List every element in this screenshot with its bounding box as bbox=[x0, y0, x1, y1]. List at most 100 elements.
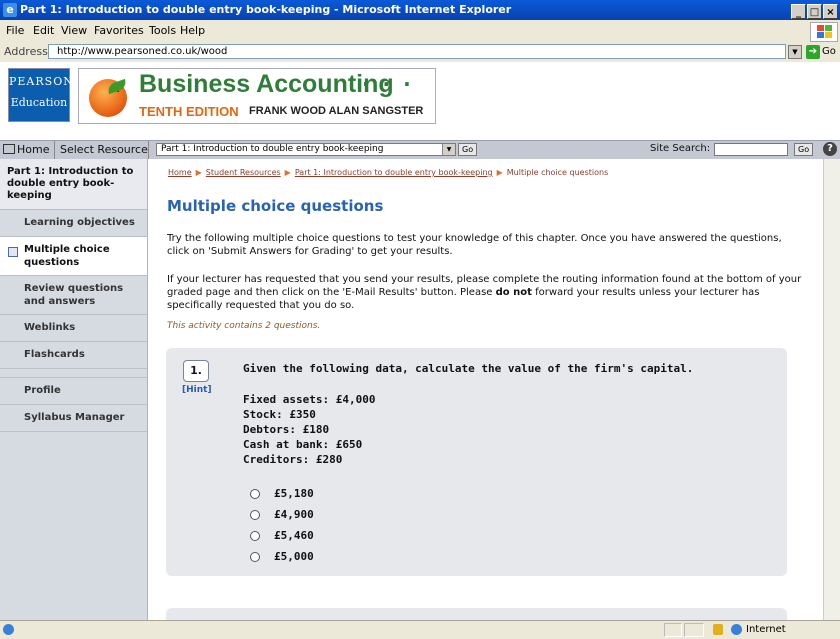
main-content: Home ▶ Student Resources ▶ Part 1: Introduct… bbox=[148, 159, 840, 620]
menu-bar: File Edit View Favorites Tools Help bbox=[0, 20, 840, 43]
address-bar: Address http://www.pearsoned.co.uk/wood … bbox=[0, 42, 840, 63]
globe-icon bbox=[731, 624, 742, 635]
intro-text: Try the following multiple choice questi… bbox=[167, 233, 782, 257]
home-label: Home bbox=[17, 143, 50, 156]
menu-tools[interactable]: Tools bbox=[149, 24, 176, 37]
minimize-button[interactable]: _ bbox=[791, 4, 806, 19]
maximize-button[interactable]: □ bbox=[807, 4, 822, 19]
data-line: Cash at bank: £650 bbox=[243, 438, 363, 451]
divider bbox=[54, 141, 55, 159]
home-icon bbox=[3, 144, 15, 154]
sidebar-item-learning-objectives[interactable]: Learning objectives bbox=[0, 210, 147, 237]
instructions-bold: do not bbox=[495, 287, 532, 298]
radio-button[interactable] bbox=[250, 509, 260, 520]
breadcrumb-home[interactable]: Home bbox=[168, 168, 192, 177]
home-link[interactable]: Home bbox=[3, 142, 49, 158]
data-line: Debtors: £180 bbox=[243, 423, 330, 436]
publisher-line2: Education bbox=[10, 96, 68, 109]
windows-logo-icon bbox=[810, 22, 838, 42]
breadcrumb-arrow-icon: ▶ bbox=[284, 168, 291, 177]
hint-link[interactable]: [Hint] bbox=[182, 385, 212, 395]
go-arrow-icon[interactable]: ➔ bbox=[806, 45, 820, 59]
vertical-scrollbar[interactable] bbox=[823, 159, 840, 620]
site-search-input[interactable] bbox=[714, 143, 788, 156]
resource-select[interactable]: Part 1: Introduction to double entry boo… bbox=[156, 143, 456, 156]
address-input[interactable]: http://www.pearsoned.co.uk/wood bbox=[48, 44, 786, 59]
question-card: 1. [Hint] Given the following data, calc… bbox=[166, 348, 787, 576]
page-title: Multiple choice questions bbox=[167, 197, 384, 215]
answer-option[interactable]: £5,460 bbox=[250, 525, 314, 546]
sidebar-item-label: Multiple choice questions bbox=[24, 244, 110, 268]
option-label: £5,000 bbox=[274, 550, 314, 563]
resource-nav-bar: Home Select Resource Part 1: Introductio… bbox=[0, 140, 840, 160]
sidebar-item-flashcards[interactable]: Flashcards bbox=[0, 342, 147, 369]
sidebar-item-syllabus-manager[interactable]: Syllabus Manager bbox=[0, 405, 147, 432]
internet-explorer-icon: e bbox=[3, 3, 17, 17]
radio-button[interactable] bbox=[250, 551, 260, 562]
current-page-icon bbox=[8, 247, 18, 257]
menu-favorites[interactable]: Favorites bbox=[94, 24, 144, 37]
divider bbox=[148, 141, 149, 159]
data-line: Creditors: £280 bbox=[243, 453, 343, 466]
answer-option[interactable]: £4,900 bbox=[250, 504, 314, 525]
sidebar-item-label: Syllabus Manager bbox=[24, 412, 125, 423]
menu-help[interactable]: Help bbox=[180, 24, 205, 37]
instructions-text: If your lecturer has requested that you … bbox=[167, 273, 807, 312]
book-title: Business Accounting bbox=[139, 70, 394, 98]
breadcrumb-part-1[interactable]: Part 1: Introduction to double entry boo… bbox=[295, 168, 493, 177]
select-resource-label: Select Resource bbox=[60, 143, 148, 156]
breadcrumb-student-resources[interactable]: Student Resources bbox=[206, 168, 281, 177]
chevron-down-icon: ▼ bbox=[442, 144, 455, 155]
option-label: £5,180 bbox=[274, 487, 314, 500]
question-text: Given the following data, calculate the … bbox=[243, 362, 694, 375]
window-title-bar: e Part 1: Introduction to double entry b… bbox=[0, 0, 840, 20]
menu-edit[interactable]: Edit bbox=[33, 24, 54, 37]
breadcrumb-current: Multiple choice questions bbox=[506, 168, 609, 177]
sidebar-title: Part 1: Introduction to double entry boo… bbox=[0, 159, 147, 210]
sidebar-item-label: Weblinks bbox=[24, 322, 76, 333]
answer-option[interactable]: £5,180 bbox=[250, 483, 314, 504]
publisher-line1: PEARSON bbox=[9, 75, 74, 88]
window-title: Part 1: Introduction to double entry boo… bbox=[20, 3, 512, 16]
activity-note: This activity contains 2 questions. bbox=[167, 321, 321, 331]
sidebar: Part 1: Introduction to double entry boo… bbox=[0, 159, 148, 620]
radio-button[interactable] bbox=[250, 530, 260, 541]
sidebar-item-weblinks[interactable]: Weblinks bbox=[0, 315, 147, 342]
data-line: Stock: £350 bbox=[243, 408, 316, 421]
address-label: Address bbox=[4, 45, 48, 58]
answer-option[interactable]: £5,000 bbox=[250, 546, 314, 567]
search-go-button[interactable]: Go bbox=[794, 143, 814, 156]
data-line: Fixed assets: £4,000 bbox=[243, 393, 376, 406]
breadcrumb-arrow-icon: ▶ bbox=[195, 168, 202, 177]
resource-go-button[interactable]: Go bbox=[458, 143, 478, 156]
sidebar-item-profile[interactable]: Profile bbox=[0, 377, 147, 405]
status-cell bbox=[664, 623, 682, 637]
close-button[interactable]: × bbox=[823, 4, 838, 19]
option-label: £4,900 bbox=[274, 508, 314, 521]
sidebar-item-label: Review questions and answers bbox=[24, 283, 124, 307]
help-icon[interactable]: ? bbox=[823, 142, 837, 156]
site-search-label: Site Search: bbox=[650, 143, 711, 154]
breadcrumb-arrow-icon: ▶ bbox=[496, 168, 503, 177]
answer-options: £5,180 £4,900 £5,460 £5,000 bbox=[250, 483, 314, 567]
sidebar-item-review-questions[interactable]: Review questions and answers bbox=[0, 276, 147, 315]
menu-view[interactable]: View bbox=[61, 24, 87, 37]
sidebar-item-label: Profile bbox=[24, 385, 61, 396]
window-controls: _ □ × bbox=[790, 2, 838, 22]
book-edition: TENTH EDITION bbox=[139, 104, 239, 119]
radio-button[interactable] bbox=[250, 488, 260, 499]
question-data: Fixed assets: £4,000 Stock: £350 Debtors… bbox=[243, 392, 375, 467]
apple-icon bbox=[89, 78, 128, 117]
security-zone: Internet bbox=[746, 624, 786, 635]
breadcrumb: Home ▶ Student Resources ▶ Part 1: Introduct… bbox=[168, 168, 608, 177]
go-button[interactable]: Go bbox=[822, 46, 836, 57]
sidebar-item-label: Flashcards bbox=[24, 349, 85, 360]
title-dots: · · · bbox=[362, 72, 414, 96]
status-bar: Internet bbox=[0, 620, 840, 639]
resource-select-value: Part 1: Introduction to double entry boo… bbox=[161, 144, 384, 154]
address-dropdown-icon[interactable]: ▼ bbox=[788, 45, 802, 59]
question-number: 1. bbox=[183, 360, 209, 382]
sidebar-item-multiple-choice[interactable]: Multiple choice questions bbox=[0, 237, 147, 276]
pearson-education-logo[interactable]: PEARSON Education bbox=[8, 68, 74, 122]
menu-file[interactable]: File bbox=[6, 24, 24, 37]
